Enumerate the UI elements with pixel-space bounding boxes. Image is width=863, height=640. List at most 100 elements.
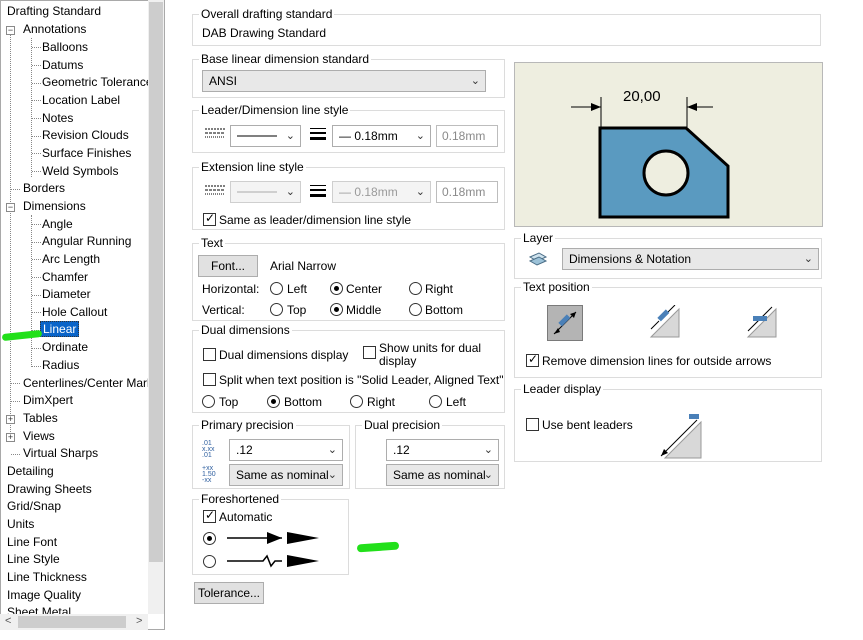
- solid-leader-aligned-icon: [553, 311, 577, 335]
- extension-thickness-select[interactable]: — 0.18mm ⌄: [332, 181, 431, 203]
- scrollbar-thumb[interactable]: [18, 616, 126, 628]
- vertical-bottom-radio[interactable]: [409, 303, 422, 316]
- expand-icon[interactable]: +: [6, 433, 15, 442]
- split-checkbox[interactable]: [203, 373, 216, 386]
- dual-top-radio[interactable]: [202, 395, 215, 408]
- options-tree[interactable]: Drafting Standard − Annotations Balloons…: [0, 0, 165, 630]
- collapse-icon[interactable]: −: [6, 26, 15, 35]
- tree-item-views[interactable]: Views: [21, 428, 57, 445]
- tree-item-geometric-tolerance[interactable]: Geometric Tolerance: [40, 74, 155, 91]
- tree-item-image-quality[interactable]: Image Quality: [5, 587, 83, 604]
- tree-item-arc-length[interactable]: Arc Length: [40, 251, 102, 268]
- foreshortened-straight-radio[interactable]: [203, 532, 216, 545]
- group-title: Primary precision: [199, 418, 296, 432]
- text-position-solid-leader-button[interactable]: [547, 305, 583, 341]
- remove-dimension-lines-label: Remove dimension lines for outside arrow…: [542, 354, 772, 368]
- tree-item-notes[interactable]: Notes: [40, 110, 75, 127]
- dual-bottom-radio[interactable]: [267, 395, 280, 408]
- radio-label: Bottom: [425, 303, 464, 317]
- expand-icon[interactable]: +: [6, 415, 15, 424]
- tree-item-angular-running[interactable]: Angular Running: [40, 233, 133, 250]
- tree-item-radius[interactable]: Radius: [40, 357, 81, 374]
- chevron-down-icon: ⌄: [285, 186, 295, 198]
- dual-left-radio[interactable]: [429, 395, 442, 408]
- overall-standard-group: Overall drafting standard DAB Drawing St…: [192, 7, 821, 46]
- group-title: Text: [199, 236, 226, 250]
- tree-item-surface-finishes[interactable]: Surface Finishes: [40, 145, 133, 162]
- dual-tolerance-select[interactable]: Same as nominal ⌄: [386, 464, 499, 486]
- extension-custom-thickness-field[interactable]: 0.18mm: [436, 181, 498, 203]
- tree-item-location-label[interactable]: Location Label: [40, 92, 122, 109]
- tree-item-dimensions[interactable]: Dimensions: [21, 198, 88, 215]
- dual-display-label: Dual dimensions display: [219, 348, 349, 362]
- tree-item-line-style[interactable]: Line Style: [5, 551, 62, 568]
- tree-item-dimxpert[interactable]: DimXpert: [21, 392, 75, 409]
- show-units-label: display: [379, 354, 417, 368]
- horizontal-right-radio[interactable]: [409, 282, 422, 295]
- horizontal-scrollbar[interactable]: < >: [0, 614, 148, 630]
- dual-dimensions-group: Dual dimensions Dual dimensions display …: [192, 323, 505, 413]
- primary-precision-select[interactable]: .12 ⌄: [229, 439, 343, 461]
- dual-display-checkbox[interactable]: [203, 348, 216, 361]
- radio-label: Right: [425, 282, 454, 296]
- tree-item-line-thickness[interactable]: Line Thickness: [5, 569, 89, 586]
- show-units-checkbox[interactable]: [363, 346, 376, 359]
- chevron-down-icon: ⌄: [470, 75, 480, 87]
- custom-thickness-field[interactable]: 0.18mm: [436, 125, 498, 147]
- tree-item-drawing-sheets[interactable]: Drawing Sheets: [5, 481, 94, 498]
- tree-item-borders[interactable]: Borders: [21, 180, 67, 197]
- tree-item-ordinate[interactable]: Ordinate: [40, 339, 90, 356]
- tree-item-line-font[interactable]: Line Font: [5, 534, 59, 551]
- vertical-middle-radio[interactable]: [330, 303, 343, 316]
- layer-select[interactable]: Dimensions & Notation ⌄: [562, 248, 819, 270]
- text-position-group: Text position Remove dimension lines for…: [514, 280, 822, 378]
- automatic-checkbox[interactable]: [203, 508, 216, 523]
- extension-line-style-select[interactable]: ⌄: [230, 181, 301, 203]
- text-position-horizontal-button[interactable]: [744, 305, 780, 341]
- radio-label: Left: [446, 395, 467, 409]
- text-position-broken-leader-button[interactable]: [647, 304, 683, 341]
- tolerance-button[interactable]: Tolerance...: [194, 582, 264, 604]
- tree-item-revision-clouds[interactable]: Revision Clouds: [40, 127, 131, 144]
- tree-item-detailing[interactable]: Detailing: [5, 463, 56, 480]
- tree-item-balloons[interactable]: Balloons: [40, 39, 90, 56]
- dual-precision-select[interactable]: .12 ⌄: [386, 439, 499, 461]
- collapse-icon[interactable]: −: [6, 203, 15, 212]
- primary-tolerance-select[interactable]: Same as nominal ⌄: [229, 464, 343, 486]
- chevron-down-icon: ⌄: [803, 253, 813, 265]
- tree-item-drafting-standard[interactable]: Drafting Standard: [5, 3, 103, 20]
- vertical-top-radio[interactable]: [270, 303, 283, 316]
- scroll-right-icon[interactable]: >: [136, 615, 142, 627]
- foreshortened-zigzag-radio[interactable]: [203, 555, 216, 568]
- tree-item-angle[interactable]: Angle: [40, 216, 75, 233]
- tree-item-units[interactable]: Units: [5, 516, 36, 533]
- tree-item-hole-callout[interactable]: Hole Callout: [40, 304, 109, 321]
- line-thickness-select[interactable]: — 0.18mm ⌄: [332, 125, 431, 147]
- tree-item-chamfer[interactable]: Chamfer: [40, 269, 90, 286]
- scrollbar-thumb[interactable]: [149, 2, 163, 562]
- remove-dimension-lines-checkbox[interactable]: [526, 352, 539, 367]
- horizontal-left-radio[interactable]: [270, 282, 283, 295]
- horizontal-center-radio[interactable]: [330, 282, 343, 295]
- scroll-left-icon[interactable]: <: [5, 615, 11, 627]
- use-bent-leaders-label: Use bent leaders: [542, 418, 633, 432]
- broken-leader-aligned-icon: [649, 304, 680, 338]
- font-button[interactable]: Font...: [198, 255, 258, 277]
- radio-label: Middle: [346, 303, 382, 317]
- tree-item-datums[interactable]: Datums: [40, 57, 85, 74]
- line-style-select[interactable]: ⌄: [230, 125, 301, 147]
- tree-item-tables[interactable]: Tables: [21, 410, 60, 427]
- tree-item-diameter[interactable]: Diameter: [40, 286, 93, 303]
- tree-item-linear[interactable]: Linear: [40, 321, 80, 338]
- tree-item-weld-symbols[interactable]: Weld Symbols: [40, 163, 120, 180]
- tree-item-grid-snap[interactable]: Grid/Snap: [5, 498, 63, 515]
- tree-item-centerlines[interactable]: Centerlines/Center Marl: [21, 375, 152, 392]
- tree-item-virtual-sharps[interactable]: Virtual Sharps: [21, 445, 100, 462]
- dual-right-radio[interactable]: [350, 395, 363, 408]
- use-bent-leaders-checkbox[interactable]: [526, 418, 539, 431]
- tree-item-annotations[interactable]: Annotations: [21, 21, 88, 38]
- base-standard-select[interactable]: ANSI ⌄: [202, 70, 486, 92]
- tree-connector: [31, 38, 32, 177]
- vertical-scrollbar[interactable]: [148, 0, 164, 614]
- same-as-leader-checkbox[interactable]: [203, 211, 216, 226]
